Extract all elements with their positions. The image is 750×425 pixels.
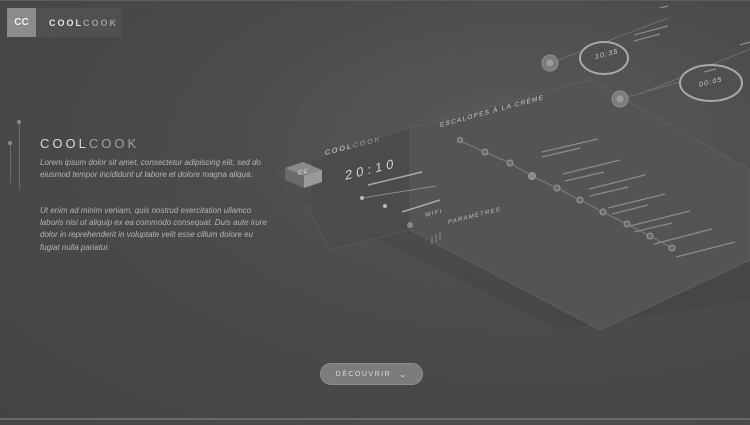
mockup-clock: 20:10 [345,154,398,183]
mockup-logo-mark: CC [298,168,310,177]
logo-word-cook: COOK [83,17,118,28]
hero-title-cook: COOK [88,136,140,151]
logo-mark[interactable]: CC [7,8,36,37]
hero-title: COOLCOOK [40,136,139,151]
decor-dot [17,120,21,124]
mockup-timer-2: 00:05 [699,76,723,89]
hero-paragraph-2: Ut enim ad minim veniam, quis nostrud ex… [40,206,267,252]
hero-paragraph-1: Lorem ipsum dolor sit amet, consectetur … [40,158,261,180]
logo-word-cool: COOL [49,17,83,28]
mockup-recipe-title: ESCALOPES À LA CRÈME [440,94,545,129]
decor-dot [8,141,12,145]
mockup-brand-cool: COOL [325,143,353,157]
mockup-params-label: PARAMÈTRES [448,206,501,226]
mockup-brand-cook: COOK [352,135,382,151]
hero-title-cool: COOL [40,136,89,151]
mockup-timer-1: 10:35 [595,48,619,61]
logo-wordmark[interactable]: COOL COOK [36,8,122,37]
discover-button[interactable]: DÉCOUVRIR ⌄ [320,363,423,385]
discover-button-label: DÉCOUVRIR [335,370,392,378]
mockup-wifi-label: WIFI [425,208,443,219]
mockup-brand: COOLCOOK [325,136,381,157]
decor-line [19,124,20,189]
top-border [0,0,750,1]
chevron-down-icon: ⌄ [399,369,408,379]
decor-line [10,145,11,183]
